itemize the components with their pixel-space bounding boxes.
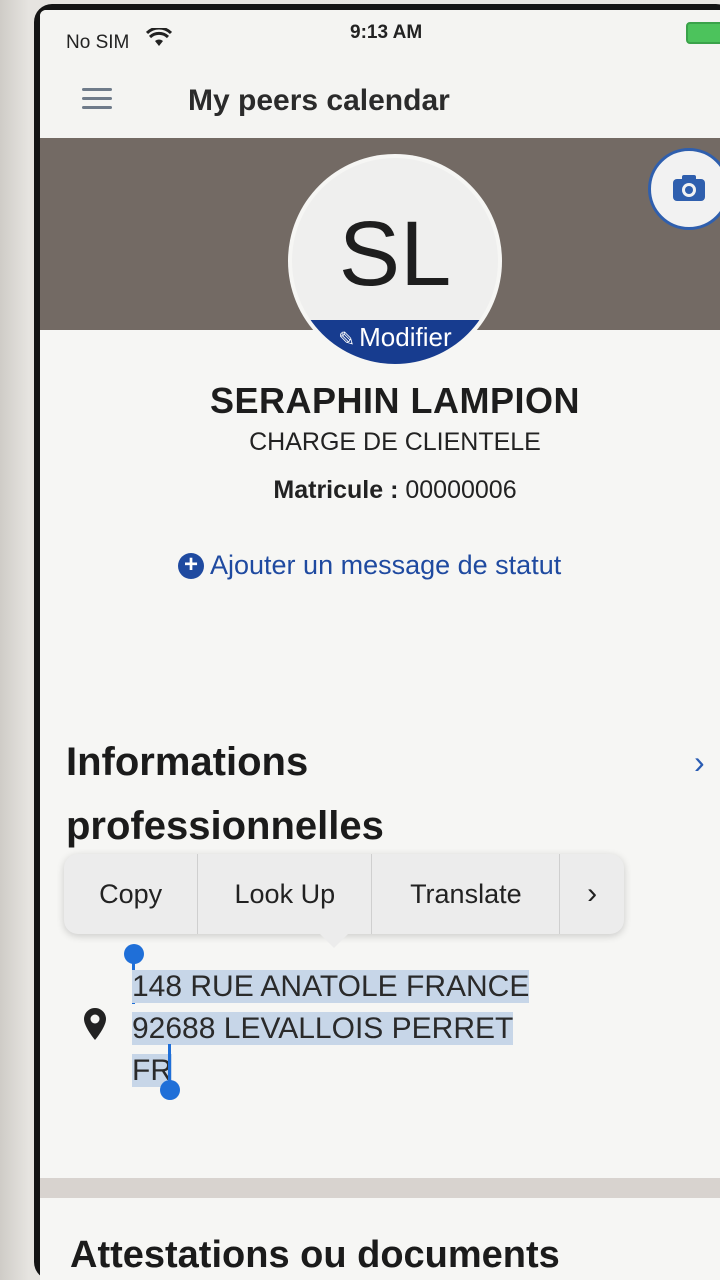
chevron-right-icon[interactable]: › [694, 744, 705, 781]
add-status-message-label: Ajouter un message de statut [210, 550, 562, 580]
navigation-bar: My peers calendar [40, 54, 720, 139]
plus-circle-icon: + [178, 553, 204, 579]
selection-end-handle[interactable] [160, 1080, 180, 1100]
profile-job-title: CHARGE DE CLIENTELE [249, 428, 541, 456]
menu-pointer [318, 932, 350, 948]
look-up-menu-item[interactable]: Look Up [198, 854, 373, 934]
camera-button[interactable] [648, 148, 720, 230]
hamburger-menu-icon[interactable] [82, 88, 112, 110]
location-pin-icon [84, 1008, 106, 1040]
status-bar: No SIM 9:13 AM [40, 10, 720, 54]
matricule-label: Matricule : [273, 476, 399, 504]
edit-avatar-button[interactable]: ✎ Modifier [292, 320, 498, 364]
matricule-value: 00000006 [405, 476, 517, 504]
address-line: FR [132, 1054, 172, 1087]
translate-menu-item[interactable]: Translate [372, 854, 561, 934]
more-menu-item[interactable]: › [560, 854, 624, 934]
section-divider [40, 1178, 720, 1198]
section-heading-documents[interactable]: Attestations ou documents [70, 1234, 560, 1277]
profile-name: SERAPHIN LAMPION [209, 380, 581, 421]
add-status-message-link[interactable]: + Ajouter un message de statut [178, 550, 561, 581]
clock: 9:13 AM [350, 22, 423, 43]
carrier-label: No SIM [66, 32, 130, 53]
selection-end-bar [168, 1044, 171, 1084]
battery-icon [686, 22, 720, 44]
camera-icon [673, 175, 705, 201]
section-heading-professional-info[interactable]: Informations professionnelles [66, 730, 486, 858]
address-line: 92688 LEVALLOIS PERRET [132, 1012, 514, 1045]
page-title: My peers calendar [188, 84, 450, 117]
edit-avatar-label: Modifier [359, 322, 452, 352]
text-selection-menu: Copy Look Up Translate › [64, 854, 624, 934]
copy-menu-item[interactable]: Copy [64, 854, 199, 934]
wifi-icon [146, 28, 172, 46]
address-line: 148 RUE ANATOLE FRANCE [132, 970, 530, 1003]
app-screen: No SIM 9:13 AM My peers calendar SL ✎ Mod… [40, 10, 720, 1280]
avatar-initials: SL [338, 203, 452, 305]
matricule-row: Matricule : 00000006 [40, 476, 720, 505]
avatar[interactable]: SL ✎ Modifier [292, 158, 498, 364]
pencil-icon: ✎ [338, 329, 356, 351]
address-text[interactable]: 148 RUE ANATOLE FRANCE 92688 LEVALLOIS P… [132, 966, 530, 1092]
